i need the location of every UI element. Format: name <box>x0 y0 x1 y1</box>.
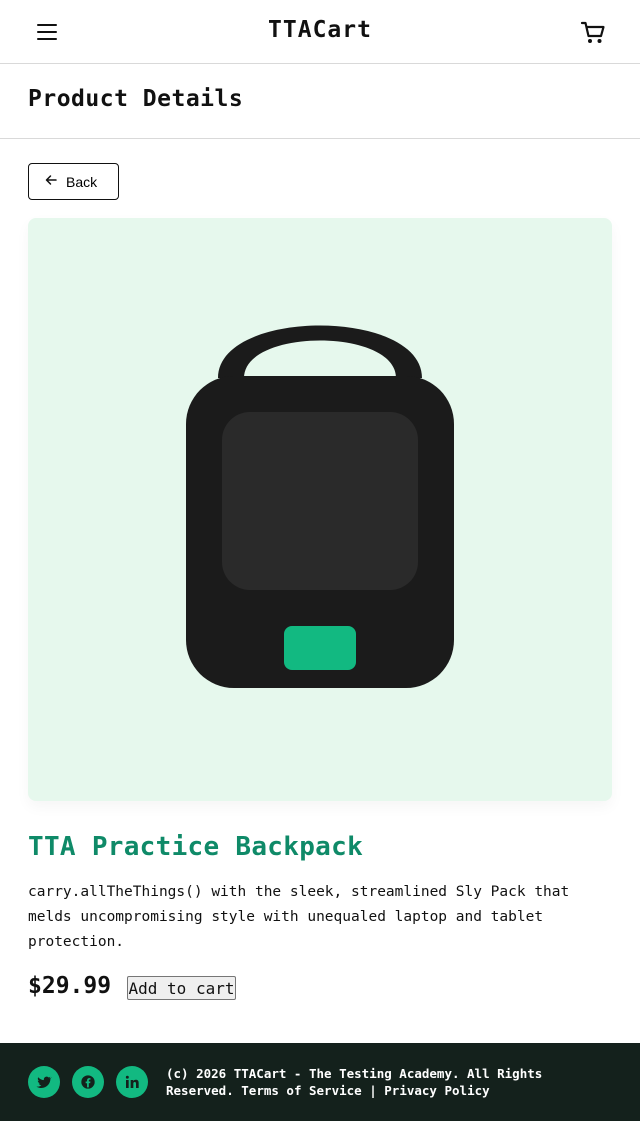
product-image <box>28 218 612 801</box>
back-button[interactable]: Back <box>28 163 119 200</box>
arrow-left-icon <box>45 174 57 189</box>
footer-separator: | <box>369 1083 377 1098</box>
footer: (c) 2026 TTACart - The Testing Academy. … <box>0 1043 640 1121</box>
back-button-label: Back <box>66 173 98 190</box>
brand-logo[interactable]: TTACart <box>0 17 640 43</box>
product-name: TTA Practice Backpack <box>28 832 364 862</box>
linkedin-icon[interactable] <box>116 1066 148 1098</box>
backpack-icon <box>186 325 454 688</box>
top-nav: TTACart <box>0 0 640 64</box>
facebook-icon[interactable] <box>72 1066 104 1098</box>
page-title: Product Details <box>28 86 244 112</box>
product-description: carry.allTheThings() with the sleek, str… <box>28 884 570 950</box>
twitter-icon[interactable] <box>28 1066 60 1098</box>
product-price: $29.99 <box>28 973 112 999</box>
add-to-cart-button[interactable]: Add to cart <box>127 976 236 1000</box>
shopping-cart-icon[interactable] <box>580 19 606 45</box>
terms-link[interactable]: Terms of Service <box>241 1083 361 1098</box>
footer-copyright: (c) 2026 TTACart - The Testing Academy. … <box>166 1065 586 1099</box>
privacy-link[interactable]: Privacy Policy <box>384 1083 489 1098</box>
